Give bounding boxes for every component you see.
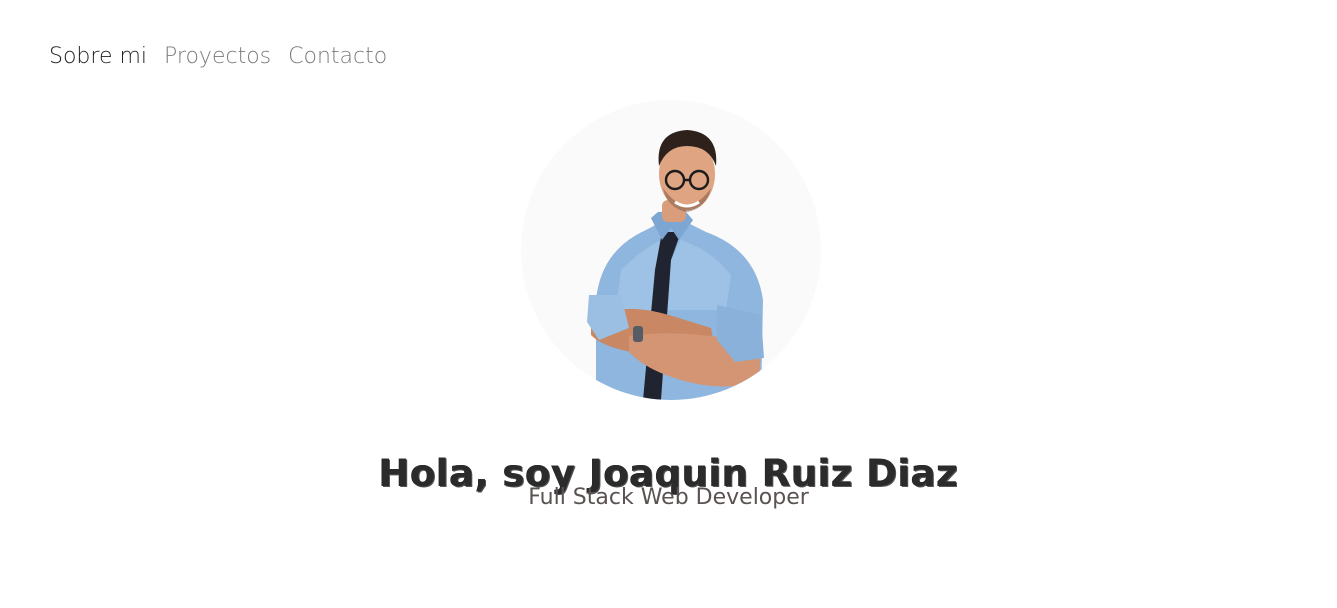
nav-link-proyectos[interactable]: Proyectos bbox=[164, 40, 271, 74]
profile-photo bbox=[587, 130, 764, 400]
profile-avatar bbox=[521, 100, 821, 400]
nav-link-sobre-mi[interactable]: Sobre mi bbox=[49, 40, 147, 74]
hero-subtitle: Full Stack Web Developer bbox=[528, 485, 809, 510]
top-nav: Sobre mi Proyectos Contacto bbox=[49, 40, 387, 74]
nav-link-contacto[interactable]: Contacto bbox=[288, 40, 387, 74]
